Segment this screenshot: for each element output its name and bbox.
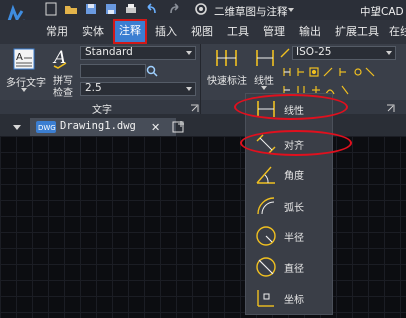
quick-dimension-label[interactable]: 快速标注 xyxy=(207,72,247,87)
open-folder-icon[interactable] xyxy=(64,2,78,16)
arc-length-icon xyxy=(254,194,278,218)
workspace-icon[interactable] xyxy=(194,2,208,16)
text-panel-launcher-icon[interactable] xyxy=(190,103,199,112)
ribbon-separator xyxy=(200,44,201,100)
menu-item-extension-tools[interactable]: 扩展工具 xyxy=(335,20,379,44)
linear-dimension-label[interactable]: 线性 xyxy=(254,72,274,87)
dropdown-item-radius[interactable]: 半径 xyxy=(246,221,332,251)
menu-item-annotate[interactable]: 注释 xyxy=(113,19,147,44)
dropdown-item-diameter[interactable]: 直径 xyxy=(246,252,332,282)
dimension-style-value: ISO-25 xyxy=(296,46,332,58)
text-style-value: Standard xyxy=(85,46,133,58)
multiline-text-label[interactable]: 多行文字 xyxy=(6,74,46,89)
dropdown-item-arc-length[interactable]: 弧长 xyxy=(246,191,332,221)
highlight-ellipse-aligned xyxy=(240,130,352,156)
menu-item-insert[interactable]: 插入 xyxy=(155,20,177,44)
menu-item-tools[interactable]: 工具 xyxy=(227,20,249,44)
undo-icon[interactable] xyxy=(144,2,158,16)
dwg-file-icon: DWG xyxy=(36,121,56,133)
workspace-dropdown-caret-icon[interactable] xyxy=(288,8,294,12)
workspace-title[interactable]: 二维草图与注释 xyxy=(214,4,288,19)
multiline-text-icon[interactable]: A xyxy=(12,47,36,71)
dropdown-item-ordinate[interactable]: 坐标 xyxy=(246,283,332,313)
close-tab-icon[interactable]: ✕ xyxy=(151,121,160,134)
dropdown-item-label: 半径 xyxy=(284,233,304,244)
menu-item-online[interactable]: 在线 xyxy=(389,20,406,44)
svg-text:DWG: DWG xyxy=(38,124,56,132)
text-height-value: 2.5 xyxy=(85,82,102,94)
dropdown-item-label: 角度 xyxy=(284,171,304,182)
app-name: 中望CAD 2018 xyxy=(360,6,406,18)
text-find-combo[interactable] xyxy=(80,64,146,78)
document-tab-label: Drawing1.dwg xyxy=(60,120,136,132)
new-file-icon[interactable] xyxy=(44,2,58,16)
text-height-caret-icon[interactable] xyxy=(186,87,192,91)
menu-item-manage[interactable]: 管理 xyxy=(263,20,285,44)
highlight-ellipse-linear xyxy=(234,94,348,120)
redo-icon[interactable] xyxy=(168,2,182,16)
new-tab-icon[interactable] xyxy=(172,121,186,133)
tab-menu-caret-icon[interactable] xyxy=(12,122,22,132)
dimension-tools-row-1[interactable] xyxy=(282,66,378,78)
multiline-text-dropdown-caret-icon[interactable] xyxy=(21,88,27,92)
svg-text:A: A xyxy=(16,52,23,63)
dropdown-item-angular[interactable]: 角度 xyxy=(246,159,332,189)
diameter-dim-icon xyxy=(254,255,278,279)
dimension-style-caret-icon[interactable] xyxy=(386,51,392,55)
save-as-icon[interactable] xyxy=(104,2,118,16)
spell-check-icon[interactable]: A xyxy=(52,47,72,69)
dimension-style-icon xyxy=(280,48,290,58)
text-style-caret-icon[interactable] xyxy=(186,51,192,55)
ribbon-footer-separator xyxy=(200,100,201,114)
linear-dimension-icon[interactable] xyxy=(254,47,276,69)
dimension-panel-launcher-icon[interactable] xyxy=(386,103,395,112)
ordinate-dim-icon xyxy=(254,286,278,310)
menu-item-home[interactable]: 常用 xyxy=(46,20,68,44)
menu-item-solid[interactable]: 实体 xyxy=(82,20,104,44)
find-text-icon[interactable] xyxy=(145,64,159,78)
print-icon[interactable] xyxy=(124,2,138,16)
linear-dimension-caret-icon[interactable] xyxy=(261,86,267,90)
dropdown-item-label: 直径 xyxy=(284,264,304,275)
quick-dimension-icon[interactable] xyxy=(214,47,240,69)
angular-dim-icon xyxy=(254,162,278,186)
menu-item-view[interactable]: 视图 xyxy=(191,20,213,44)
dropdown-item-label: 坐标 xyxy=(284,295,304,306)
dropdown-item-label: 弧长 xyxy=(284,203,304,214)
drawing-canvas[interactable] xyxy=(0,136,406,318)
menu-item-output[interactable]: 输出 xyxy=(299,20,321,44)
save-icon[interactable] xyxy=(84,2,98,16)
radius-dim-icon xyxy=(254,224,278,248)
spell-check-label-2[interactable]: 检查 xyxy=(53,84,73,99)
